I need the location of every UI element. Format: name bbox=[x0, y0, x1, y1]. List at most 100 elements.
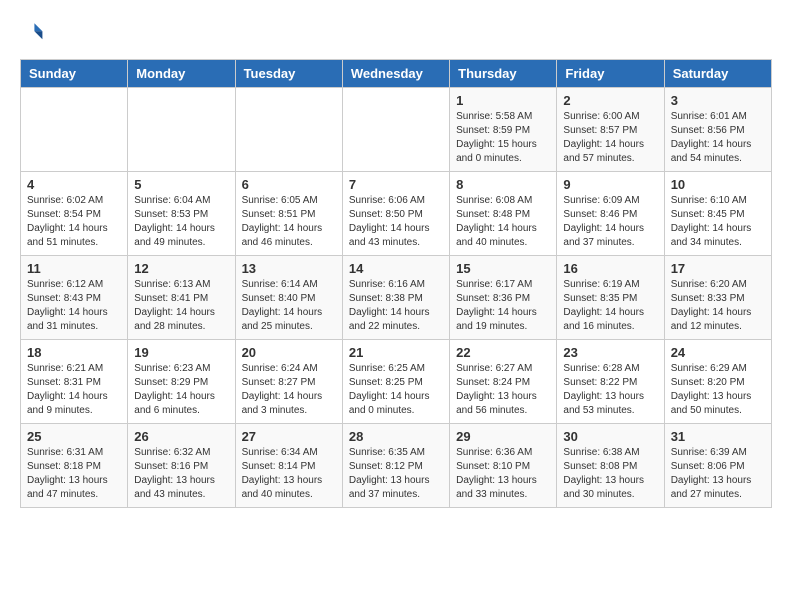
day-info: Sunrise: 6:36 AM Sunset: 8:10 PM Dayligh… bbox=[456, 446, 550, 502]
calendar-week-1: 1Sunrise: 5:58 AM Sunset: 8:59 PM Daylig… bbox=[21, 88, 772, 172]
day-info: Sunrise: 6:06 AM Sunset: 8:50 PM Dayligh… bbox=[349, 194, 443, 250]
header-monday: Monday bbox=[128, 60, 235, 88]
calendar-cell: 14Sunrise: 6:16 AM Sunset: 8:38 PM Dayli… bbox=[342, 256, 449, 340]
day-info: Sunrise: 6:31 AM Sunset: 8:18 PM Dayligh… bbox=[27, 446, 121, 502]
day-number: 19 bbox=[134, 345, 228, 360]
calendar-table: SundayMondayTuesdayWednesdayThursdayFrid… bbox=[20, 59, 772, 508]
calendar-cell: 17 Sunrise: 6:20 AM Sunset: 8:33 PM Dayli… bbox=[664, 256, 771, 340]
day-info: Sunrise: 6:12 AM Sunset: 8:43 PM Dayligh… bbox=[27, 278, 121, 334]
calendar-cell: 20 Sunrise: 6:24 AM Sunset: 8:27 PM Dayli… bbox=[235, 340, 342, 424]
day-number: 20 bbox=[242, 345, 336, 360]
day-number: 12 bbox=[134, 261, 228, 276]
header-thursday: Thursday bbox=[450, 60, 557, 88]
calendar-cell: 29 Sunrise: 6:36 AM Sunset: 8:10 PM Dayli… bbox=[450, 424, 557, 508]
calendar-cell: 19 Sunrise: 6:23 AM Sunset: 8:29 PM Dayli… bbox=[128, 340, 235, 424]
day-info: Sunrise: 6:14 AM Sunset: 8:40 PM Dayligh… bbox=[242, 278, 336, 334]
day-number: 5 bbox=[134, 177, 228, 192]
calendar-cell: 9Sunrise: 6:09 AM Sunset: 8:46 PM Daylig… bbox=[557, 172, 664, 256]
day-info: Sunrise: 6:25 AM Sunset: 8:25 PM Dayligh… bbox=[349, 362, 443, 418]
calendar-cell: 1Sunrise: 5:58 AM Sunset: 8:59 PM Daylig… bbox=[450, 88, 557, 172]
calendar-cell: 24 Sunrise: 6:29 AM Sunset: 8:20 PM Dayli… bbox=[664, 340, 771, 424]
day-number: 29 bbox=[456, 429, 550, 444]
day-info: Sunrise: 6:00 AM Sunset: 8:57 PM Dayligh… bbox=[563, 110, 657, 166]
calendar-week-4: 18Sunrise: 6:21 AM Sunset: 8:31 PM Dayli… bbox=[21, 340, 772, 424]
calendar-cell: 31 Sunrise: 6:39 AM Sunset: 8:06 PM Dayli… bbox=[664, 424, 771, 508]
day-number: 16 bbox=[563, 261, 657, 276]
calendar-week-5: 25 Sunrise: 6:31 AM Sunset: 8:18 PM Dayli… bbox=[21, 424, 772, 508]
day-info: Sunrise: 6:34 AM Sunset: 8:14 PM Dayligh… bbox=[242, 446, 336, 502]
day-info: Sunrise: 6:24 AM Sunset: 8:27 PM Dayligh… bbox=[242, 362, 336, 418]
day-info: Sunrise: 6:38 AM Sunset: 8:08 PM Dayligh… bbox=[563, 446, 657, 502]
calendar-cell bbox=[128, 88, 235, 172]
calendar-cell: 26Sunrise: 6:32 AM Sunset: 8:16 PM Dayli… bbox=[128, 424, 235, 508]
calendar-cell: 30 Sunrise: 6:38 AM Sunset: 8:08 PM Dayli… bbox=[557, 424, 664, 508]
calendar-cell: 2 Sunrise: 6:00 AM Sunset: 8:57 PM Daylig… bbox=[557, 88, 664, 172]
calendar-cell: 3 Sunrise: 6:01 AM Sunset: 8:56 PM Daylig… bbox=[664, 88, 771, 172]
header-saturday: Saturday bbox=[664, 60, 771, 88]
header-tuesday: Tuesday bbox=[235, 60, 342, 88]
day-number: 15 bbox=[456, 261, 550, 276]
calendar-cell: 6 Sunrise: 6:05 AM Sunset: 8:51 PM Daylig… bbox=[235, 172, 342, 256]
day-number: 23 bbox=[563, 345, 657, 360]
day-info: Sunrise: 6:16 AM Sunset: 8:38 PM Dayligh… bbox=[349, 278, 443, 334]
calendar-cell: 16 Sunrise: 6:19 AM Sunset: 8:35 PM Dayli… bbox=[557, 256, 664, 340]
day-number: 3 bbox=[671, 93, 765, 108]
day-number: 25 bbox=[27, 429, 121, 444]
day-info: Sunrise: 6:27 AM Sunset: 8:24 PM Dayligh… bbox=[456, 362, 550, 418]
calendar-cell: 28 Sunrise: 6:35 AM Sunset: 8:12 PM Dayli… bbox=[342, 424, 449, 508]
calendar-week-3: 11 Sunrise: 6:12 AM Sunset: 8:43 PM Dayli… bbox=[21, 256, 772, 340]
calendar-cell: 13 Sunrise: 6:14 AM Sunset: 8:40 PM Dayli… bbox=[235, 256, 342, 340]
calendar-cell bbox=[235, 88, 342, 172]
day-number: 17 bbox=[671, 261, 765, 276]
calendar-cell: 27Sunrise: 6:34 AM Sunset: 8:14 PM Dayli… bbox=[235, 424, 342, 508]
calendar-cell: 18Sunrise: 6:21 AM Sunset: 8:31 PM Dayli… bbox=[21, 340, 128, 424]
day-number: 28 bbox=[349, 429, 443, 444]
calendar-cell: 23 Sunrise: 6:28 AM Sunset: 8:22 PM Dayli… bbox=[557, 340, 664, 424]
day-number: 2 bbox=[563, 93, 657, 108]
header-wednesday: Wednesday bbox=[342, 60, 449, 88]
day-number: 1 bbox=[456, 93, 550, 108]
day-info: Sunrise: 6:39 AM Sunset: 8:06 PM Dayligh… bbox=[671, 446, 765, 502]
day-number: 6 bbox=[242, 177, 336, 192]
logo bbox=[20, 20, 48, 49]
header-sunday: Sunday bbox=[21, 60, 128, 88]
page-header bbox=[20, 20, 772, 49]
day-info: Sunrise: 6:01 AM Sunset: 8:56 PM Dayligh… bbox=[671, 110, 765, 166]
day-info: Sunrise: 6:28 AM Sunset: 8:22 PM Dayligh… bbox=[563, 362, 657, 418]
header-friday: Friday bbox=[557, 60, 664, 88]
day-number: 8 bbox=[456, 177, 550, 192]
calendar-cell: 8Sunrise: 6:08 AM Sunset: 8:48 PM Daylig… bbox=[450, 172, 557, 256]
day-info: Sunrise: 6:05 AM Sunset: 8:51 PM Dayligh… bbox=[242, 194, 336, 250]
day-number: 26 bbox=[134, 429, 228, 444]
day-number: 10 bbox=[671, 177, 765, 192]
calendar-cell: 12 Sunrise: 6:13 AM Sunset: 8:41 PM Dayli… bbox=[128, 256, 235, 340]
day-info: Sunrise: 6:13 AM Sunset: 8:41 PM Dayligh… bbox=[134, 278, 228, 334]
day-info: Sunrise: 6:29 AM Sunset: 8:20 PM Dayligh… bbox=[671, 362, 765, 418]
day-info: Sunrise: 6:21 AM Sunset: 8:31 PM Dayligh… bbox=[27, 362, 121, 418]
calendar-cell: 11 Sunrise: 6:12 AM Sunset: 8:43 PM Dayli… bbox=[21, 256, 128, 340]
calendar-cell: 7 Sunrise: 6:06 AM Sunset: 8:50 PM Daylig… bbox=[342, 172, 449, 256]
day-number: 24 bbox=[671, 345, 765, 360]
day-info: Sunrise: 6:17 AM Sunset: 8:36 PM Dayligh… bbox=[456, 278, 550, 334]
calendar-cell bbox=[21, 88, 128, 172]
calendar-cell: 21Sunrise: 6:25 AM Sunset: 8:25 PM Dayli… bbox=[342, 340, 449, 424]
calendar-header-row: SundayMondayTuesdayWednesdayThursdayFrid… bbox=[21, 60, 772, 88]
day-number: 13 bbox=[242, 261, 336, 276]
calendar-cell: 15 Sunrise: 6:17 AM Sunset: 8:36 PM Dayli… bbox=[450, 256, 557, 340]
day-number: 7 bbox=[349, 177, 443, 192]
day-info: Sunrise: 6:02 AM Sunset: 8:54 PM Dayligh… bbox=[27, 194, 121, 250]
calendar-cell: 10Sunrise: 6:10 AM Sunset: 8:45 PM Dayli… bbox=[664, 172, 771, 256]
day-number: 31 bbox=[671, 429, 765, 444]
day-number: 22 bbox=[456, 345, 550, 360]
day-info: Sunrise: 6:19 AM Sunset: 8:35 PM Dayligh… bbox=[563, 278, 657, 334]
calendar-week-2: 4Sunrise: 6:02 AM Sunset: 8:54 PM Daylig… bbox=[21, 172, 772, 256]
day-info: Sunrise: 6:20 AM Sunset: 8:33 PM Dayligh… bbox=[671, 278, 765, 334]
day-info: Sunrise: 6:35 AM Sunset: 8:12 PM Dayligh… bbox=[349, 446, 443, 502]
calendar-cell: 4Sunrise: 6:02 AM Sunset: 8:54 PM Daylig… bbox=[21, 172, 128, 256]
day-info: Sunrise: 6:23 AM Sunset: 8:29 PM Dayligh… bbox=[134, 362, 228, 418]
day-number: 11 bbox=[27, 261, 121, 276]
calendar-cell: 22 Sunrise: 6:27 AM Sunset: 8:24 PM Dayli… bbox=[450, 340, 557, 424]
calendar-cell: 5Sunrise: 6:04 AM Sunset: 8:53 PM Daylig… bbox=[128, 172, 235, 256]
logo-icon bbox=[20, 20, 44, 44]
day-number: 30 bbox=[563, 429, 657, 444]
